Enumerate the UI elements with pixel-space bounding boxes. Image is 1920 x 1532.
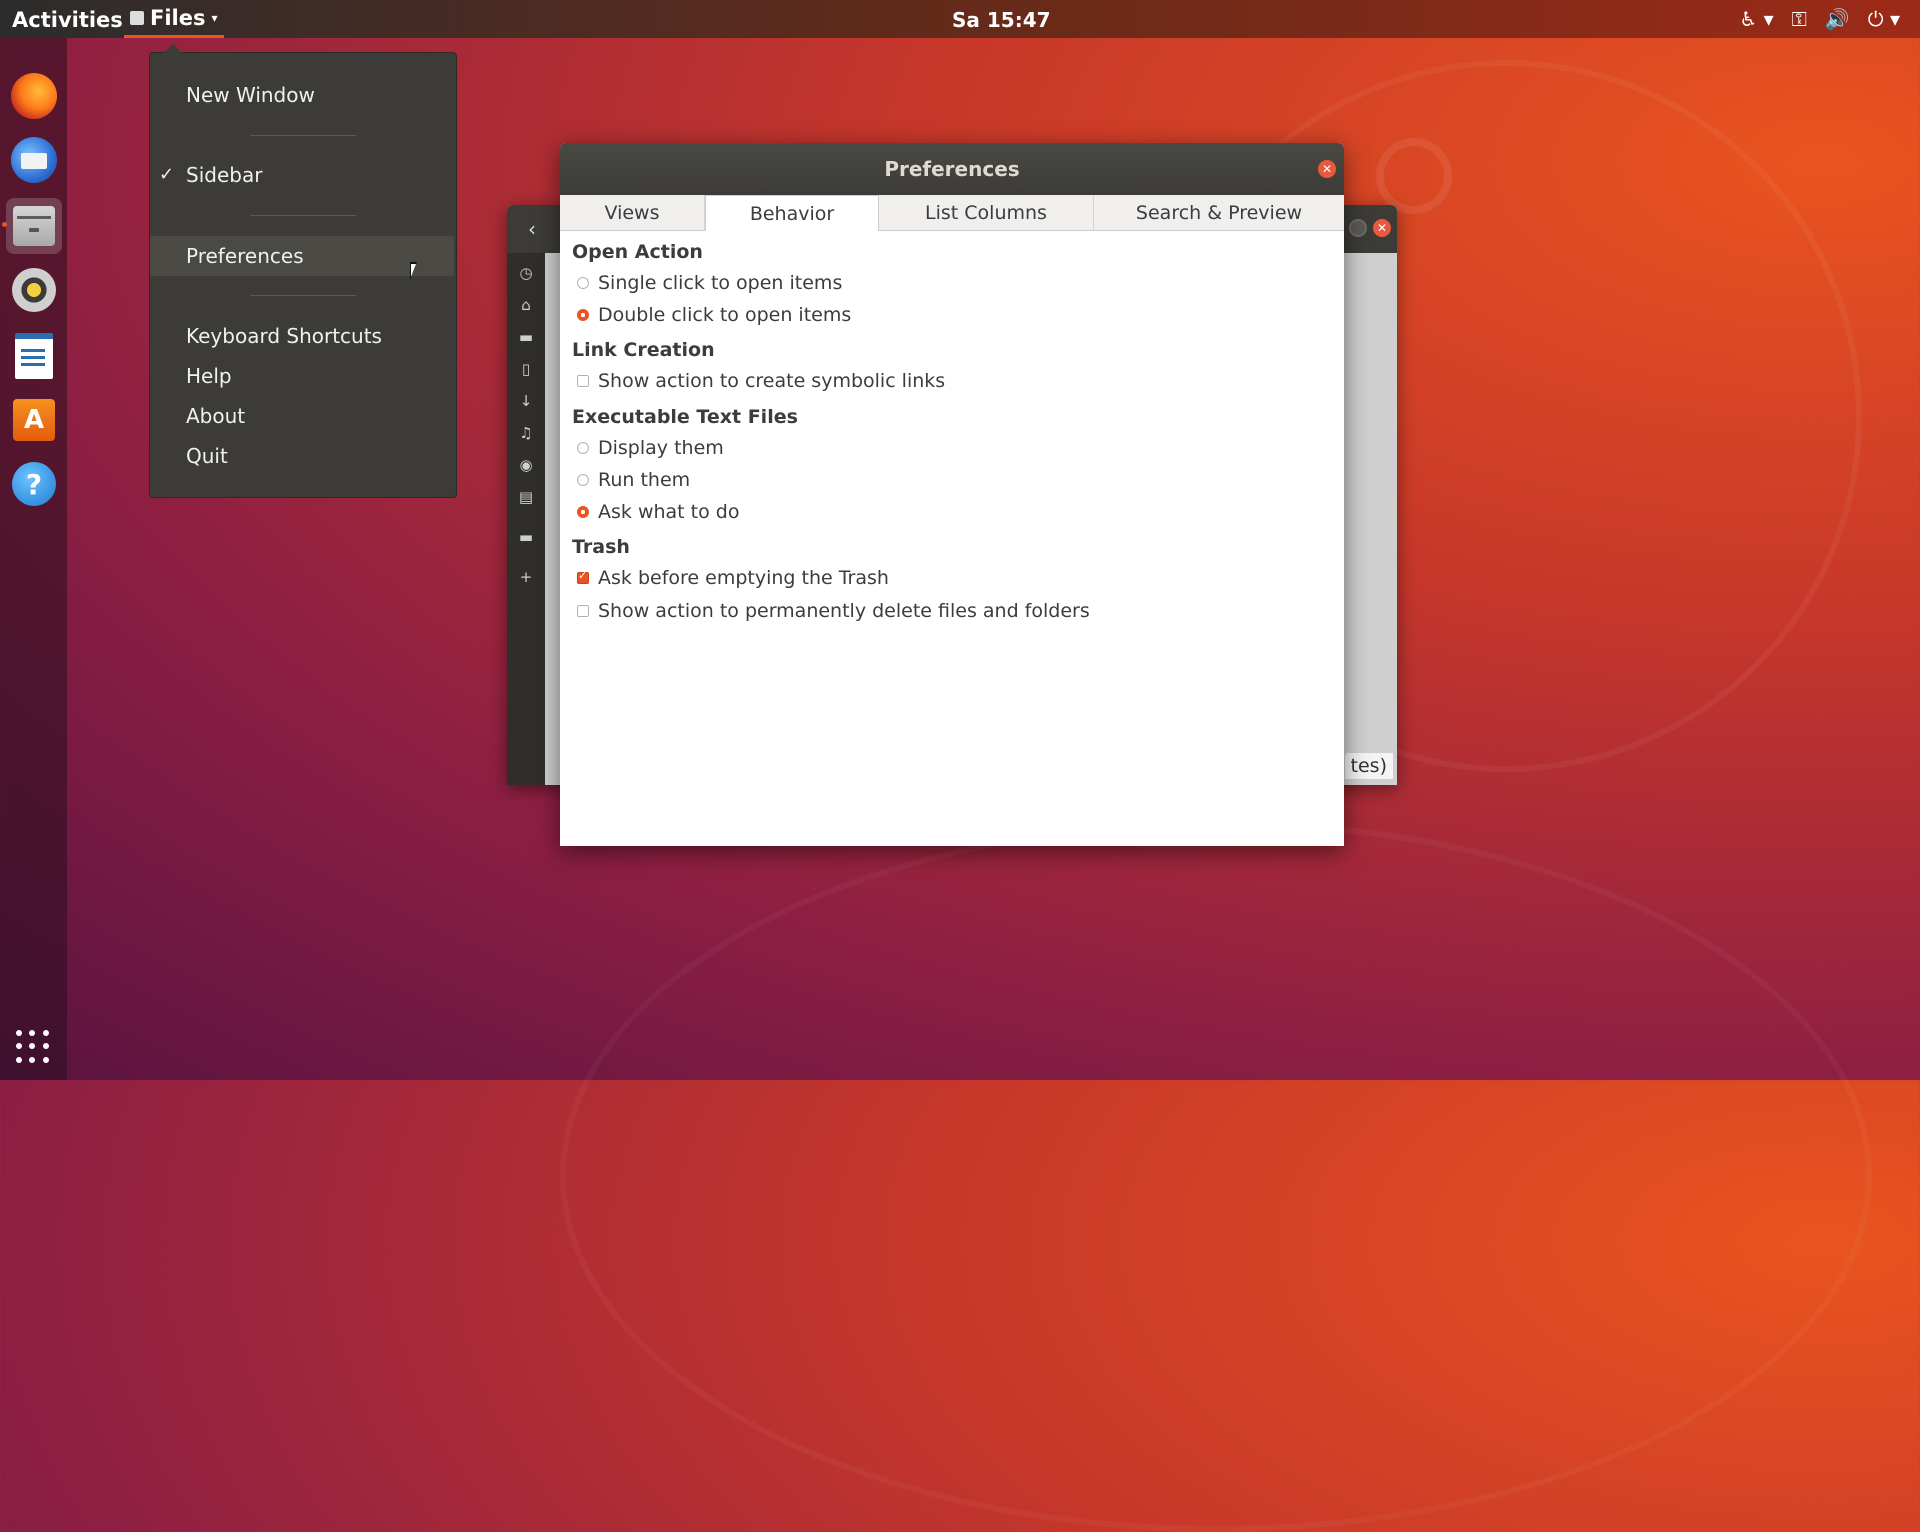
option-double-click[interactable]: Double click to open items [577, 304, 851, 326]
option-label: Ask before emptying the Trash [598, 567, 889, 589]
menu-item-about[interactable]: About [150, 396, 454, 436]
dock-item-files[interactable] [2, 198, 62, 254]
section-title-executable: Executable Text Files [572, 406, 798, 428]
mouse-cursor [411, 264, 416, 277]
radio-button[interactable] [577, 474, 589, 486]
option-label: Run them [598, 469, 691, 491]
option-symbolic-links[interactable]: Show action to create symbolic links [577, 370, 945, 392]
radio-button-selected[interactable] [577, 506, 589, 518]
menu-item-preferences[interactable]: Preferences [150, 236, 454, 276]
menu-item-new-window[interactable]: New Window [150, 75, 454, 115]
tab-search-preview[interactable]: Search & Preview [1094, 195, 1344, 230]
radio-button-selected[interactable] [577, 309, 589, 321]
clock[interactable]: Sa 15:47 [952, 8, 1051, 32]
option-label: Double click to open items [598, 304, 852, 326]
menu-pointer [164, 44, 182, 53]
close-icon[interactable]: ✕ [1373, 219, 1391, 237]
firefox-icon [11, 73, 57, 119]
add-icon[interactable]: + [516, 567, 536, 587]
dock-item-thunderbird[interactable] [6, 132, 62, 188]
option-label: Show action to create symbolic links [598, 370, 946, 392]
accessibility-icon[interactable]: ♿ ▾ [1739, 7, 1773, 31]
option-ask-what-to-do[interactable]: Ask what to do [577, 501, 739, 523]
menu-item-keyboard-shortcuts[interactable]: Keyboard Shortcuts [150, 316, 454, 356]
folder-icon[interactable]: ▬ [516, 327, 536, 347]
activities-button[interactable]: Activities [12, 8, 123, 32]
menu-item-sidebar[interactable]: ✓ Sidebar [150, 155, 454, 195]
section-title-link-creation: Link Creation [572, 339, 715, 361]
menu-separator [250, 215, 356, 216]
rhythmbox-icon [12, 268, 56, 312]
option-permanently-delete[interactable]: Show action to permanently delete files … [577, 600, 1090, 622]
dock-item-rhythmbox[interactable] [6, 262, 62, 318]
option-label: Show action to permanently delete files … [598, 600, 1090, 622]
show-applications-icon[interactable] [16, 1030, 50, 1064]
option-label: Display them [598, 437, 724, 459]
chevron-down-icon: ▾ [211, 10, 218, 25]
option-run-them[interactable]: Run them [577, 469, 690, 491]
help-icon: ? [12, 462, 56, 506]
folder-icon[interactable]: ▬ [516, 527, 536, 547]
top-bar: Activities Files ▾ Sa 15:47 ♿ ▾ ⚿ 🔊 ⏻ ▾ [0, 0, 1920, 38]
menu-separator [250, 295, 356, 296]
software-icon: A [13, 399, 55, 441]
volume-icon[interactable]: 🔊 [1825, 7, 1850, 31]
power-icon[interactable]: ⏻ ▾ [1868, 7, 1900, 31]
camera-icon[interactable]: ◉ [516, 455, 536, 475]
option-ask-before-emptying[interactable]: Ask before emptying the Trash [577, 567, 889, 589]
running-indicator [2, 222, 7, 227]
section-title-open-action: Open Action [572, 241, 703, 263]
system-tray: ♿ ▾ ⚿ 🔊 ⏻ ▾ [1739, 7, 1900, 31]
dock-item-help[interactable]: ? [6, 456, 62, 512]
tab-bar: Views Behavior List Columns Search & Pre… [560, 195, 1344, 231]
dialog-title: Preferences [560, 143, 1344, 195]
maximize-icon[interactable] [1349, 219, 1367, 237]
close-icon[interactable]: ✕ [1318, 160, 1336, 178]
status-text: tes) [1344, 753, 1393, 779]
menu-separator [250, 135, 356, 136]
back-icon[interactable]: ‹ [517, 216, 547, 242]
wallpaper-ring [1376, 138, 1452, 214]
menu-item-help[interactable]: Help [150, 356, 454, 396]
checkbox[interactable] [577, 375, 589, 387]
preferences-dialog: Preferences ✕ Views Behavior List Column… [560, 143, 1344, 846]
checkbox[interactable] [577, 605, 589, 617]
network-icon[interactable]: ⚿ [1792, 7, 1807, 31]
option-display-them[interactable]: Display them [577, 437, 724, 459]
radio-button[interactable] [577, 442, 589, 454]
checkmark-icon: ✓ [159, 164, 175, 185]
tab-list-columns[interactable]: List Columns [879, 195, 1094, 230]
dock-item-software[interactable]: A [6, 392, 62, 448]
document-icon[interactable]: ▯ [516, 359, 536, 379]
tab-behavior[interactable]: Behavior [705, 195, 879, 231]
thunderbird-icon [11, 137, 57, 183]
checkbox-checked[interactable] [577, 569, 589, 584]
radio-button[interactable] [577, 277, 589, 289]
dock-item-writer[interactable] [6, 328, 62, 384]
writer-icon [15, 333, 53, 379]
files-app-icon [130, 10, 144, 25]
option-label: Ask what to do [598, 501, 740, 523]
music-icon[interactable]: ♫ [516, 423, 536, 443]
home-icon[interactable]: ⌂ [516, 295, 536, 315]
files-icon [13, 206, 55, 246]
download-icon[interactable]: ↓ [516, 391, 536, 411]
option-label: Single click to open items [598, 272, 843, 294]
files-sidebar: ◷ ⌂ ▬ ▯ ↓ ♫ ◉ ▤ ▬ + [507, 253, 545, 785]
dock-item-firefox[interactable] [6, 68, 62, 124]
option-single-click[interactable]: Single click to open items [577, 272, 842, 294]
dock: A ? [0, 38, 67, 1080]
tab-views[interactable]: Views [560, 195, 705, 230]
menu-item-quit[interactable]: Quit [150, 436, 454, 476]
recent-icon[interactable]: ◷ [516, 263, 536, 283]
menu-item-label: Sidebar [186, 163, 263, 187]
trash-icon[interactable]: ▤ [516, 487, 536, 507]
wallpaper-arc [560, 820, 1872, 1532]
app-menu-label: Files [150, 5, 206, 30]
app-menu-button[interactable]: Files ▾ [124, 0, 224, 38]
section-title-trash: Trash [572, 536, 630, 558]
